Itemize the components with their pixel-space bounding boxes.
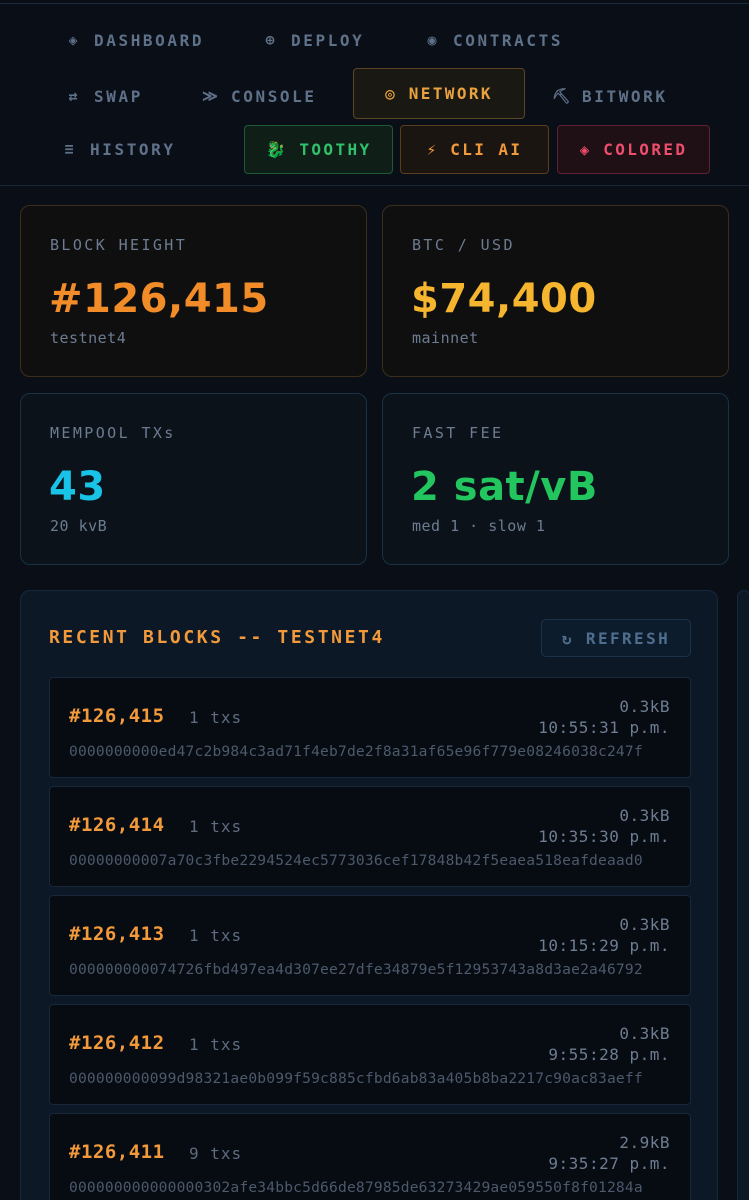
- refresh-icon: ↻: [561, 628, 574, 648]
- block-hash: 000000000099d98321ae0b099f59c885cfbd6ab8…: [69, 1070, 643, 1087]
- block-row[interactable]: #126,415 1 txs 0.3kB 10:55:31 p.m. 00000…: [49, 677, 691, 778]
- dragon-icon: 🐉: [265, 140, 286, 159]
- nav-label: DEPLOY: [291, 30, 365, 50]
- block-hash: 0000000000ed47c2b984c3ad71f4eb7de2f8a31a…: [69, 743, 643, 760]
- block-txs: 1 txs: [189, 708, 243, 727]
- nav-item-dashboard[interactable]: ◈ DASHBOARD: [64, 24, 204, 56]
- refresh-label: REFRESH: [585, 628, 671, 648]
- stat-sub: mainnet: [412, 329, 479, 347]
- stat-label: BTC / USD: [412, 236, 515, 254]
- mempool-card: MEMPOOL TXs 43 20 kvB: [20, 393, 367, 565]
- block-txs: 1 txs: [189, 926, 243, 945]
- stat-label: MEMPOOL TXs: [50, 424, 176, 442]
- block-height: #126,415: [69, 705, 165, 727]
- block-height: #126,412: [69, 1032, 165, 1054]
- nav-label: BITWORK: [582, 86, 668, 106]
- target-icon: ◉: [427, 31, 437, 49]
- block-time: 10:35:30 p.m.: [538, 827, 670, 846]
- block-size: 0.3kB: [619, 697, 670, 716]
- block-txs: 1 txs: [189, 1035, 243, 1054]
- block-row[interactable]: #126,414 1 txs 0.3kB 10:35:30 p.m. 00000…: [49, 786, 691, 887]
- stat-label: FAST FEE: [412, 424, 504, 442]
- panel-title: RECENT BLOCKS -- TESTNET4: [49, 627, 385, 648]
- block-size: 0.3kB: [619, 1024, 670, 1043]
- block-row[interactable]: #126,413 1 txs 0.3kB 10:15:29 p.m. 00000…: [49, 895, 691, 996]
- block-size: 2.9kB: [619, 1133, 670, 1152]
- stat-value: 43: [49, 464, 106, 510]
- stat-sub: testnet4: [50, 329, 127, 347]
- pickaxe-icon: ⛏: [552, 87, 572, 105]
- block-height-card: BLOCK HEIGHT #126,415 testnet4: [20, 205, 367, 377]
- nav-item-history[interactable]: ≡ HISTORY: [60, 133, 176, 165]
- stat-value: $74,400: [411, 276, 597, 322]
- pill-label: CLI AI: [450, 140, 523, 159]
- block-time: 9:35:27 p.m.: [548, 1154, 670, 1173]
- nav-label: CONSOLE: [231, 86, 317, 106]
- recent-blocks-panel: RECENT BLOCKS -- TESTNET4 ↻ REFRESH #126…: [20, 590, 718, 1200]
- block-row[interactable]: #126,411 9 txs 2.9kB 9:35:27 p.m. 000000…: [49, 1113, 691, 1200]
- nav-label: DASHBOARD: [94, 30, 205, 50]
- adjacent-panel-edge: [737, 590, 749, 1200]
- pill-label: TOOTHY: [299, 140, 372, 159]
- stat-sub: 20 kvB: [50, 517, 108, 535]
- colored-button[interactable]: ◈ COLORED: [557, 125, 710, 174]
- nav-label: SWAP: [94, 86, 143, 106]
- fast-fee-card: FAST FEE 2 sat/vB med 1 · slow 1: [382, 393, 729, 565]
- block-size: 0.3kB: [619, 806, 670, 825]
- stat-value: #126,415: [49, 276, 269, 322]
- stat-label: BLOCK HEIGHT: [50, 236, 188, 254]
- refresh-button[interactable]: ↻ REFRESH: [541, 619, 691, 657]
- stat-sub: med 1 · slow 1: [412, 517, 546, 535]
- block-txs: 9 txs: [189, 1144, 243, 1163]
- main-nav: ◈ DASHBOARD ⊕ DEPLOY ◉ CONTRACTS ⇄ SWAP …: [0, 0, 749, 186]
- block-hash: 00000000007a70c3fbe2294524ec5773036cef17…: [69, 852, 643, 869]
- block-height: #126,413: [69, 923, 165, 945]
- block-hash: 000000000074726fbd497ea4d307ee27dfe34879…: [69, 961, 643, 978]
- nav-item-bitwork[interactable]: ⛏ BITWORK: [552, 80, 668, 112]
- nav-label: HISTORY: [90, 139, 176, 159]
- nav-item-contracts[interactable]: ◉ CONTRACTS: [423, 24, 563, 56]
- cli-ai-button[interactable]: ⚡ CLI AI: [400, 125, 549, 174]
- block-list: #126,415 1 txs 0.3kB 10:55:31 p.m. 00000…: [49, 677, 691, 1200]
- block-height: #126,411: [69, 1141, 165, 1163]
- nav-item-swap[interactable]: ⇄ SWAP: [64, 80, 143, 112]
- plus-circle-icon: ⊕: [265, 31, 275, 49]
- btc-usd-card: BTC / USD $74,400 mainnet: [382, 205, 729, 377]
- nav-label: NETWORK: [408, 84, 493, 103]
- pill-label: COLORED: [603, 140, 688, 159]
- radar-icon: ◎: [385, 84, 395, 103]
- diamond-icon: ◈: [68, 31, 78, 49]
- nav-item-console[interactable]: ≫ CONSOLE: [201, 80, 317, 112]
- block-time: 9:55:28 p.m.: [548, 1045, 670, 1064]
- block-hash: 000000000000000302afe34bbc5d66de87985de6…: [69, 1179, 643, 1196]
- chevrons-right-icon: ≫: [202, 87, 218, 105]
- list-icon: ≡: [64, 140, 74, 158]
- stat-value: 2 sat/vB: [411, 464, 598, 510]
- block-time: 10:55:31 p.m.: [538, 718, 670, 737]
- toothy-button[interactable]: 🐉 TOOTHY: [244, 125, 393, 174]
- nav-label: CONTRACTS: [453, 30, 564, 50]
- block-time: 10:15:29 p.m.: [538, 936, 670, 955]
- block-txs: 1 txs: [189, 817, 243, 836]
- lightning-icon: ⚡: [426, 140, 437, 159]
- block-row[interactable]: #126,412 1 txs 0.3kB 9:55:28 p.m. 000000…: [49, 1004, 691, 1105]
- diamond-icon: ◈: [579, 140, 590, 159]
- nav-item-deploy[interactable]: ⊕ DEPLOY: [261, 24, 364, 56]
- block-size: 0.3kB: [619, 915, 670, 934]
- block-height: #126,414: [69, 814, 165, 836]
- nav-item-network[interactable]: ◎ NETWORK: [353, 68, 525, 119]
- swap-arrows-icon: ⇄: [68, 87, 78, 105]
